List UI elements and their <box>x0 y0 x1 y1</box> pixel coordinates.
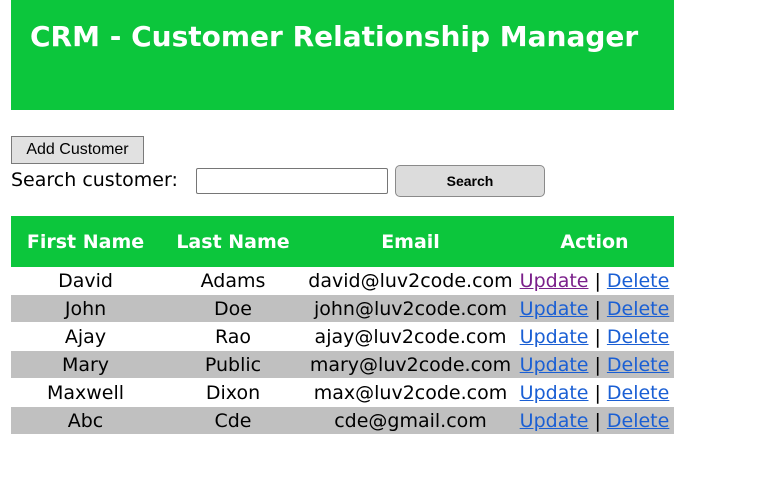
update-link[interactable]: Update <box>520 382 589 404</box>
table-row: Ajay Rao ajay@luv2code.com Update | Delete <box>11 322 674 351</box>
action-cell: Update | Delete <box>515 267 674 295</box>
email-cell: cde@gmail.com <box>306 406 515 435</box>
first-name-cell: David <box>11 267 160 295</box>
delete-link[interactable]: Delete <box>607 326 669 348</box>
last-name-cell: Public <box>160 350 306 379</box>
table-row: John Doe john@luv2code.com Update | Delete <box>11 294 674 323</box>
delete-link[interactable]: Delete <box>607 354 669 376</box>
action-cell: Update | Delete <box>515 294 674 323</box>
page: CRM - Customer Relationship Manager Add … <box>0 0 774 485</box>
first-name-cell: Ajay <box>11 322 160 351</box>
first-name-cell: Maxwell <box>11 378 160 407</box>
table-row: Mary Public mary@luv2code.com Update | Del… <box>11 350 674 379</box>
action-cell: Update | Delete <box>515 350 674 379</box>
search-label: Search customer: <box>11 169 178 191</box>
update-link[interactable]: Update <box>520 410 589 432</box>
action-cell: Update | Delete <box>515 322 674 351</box>
update-link[interactable]: Update <box>520 326 589 348</box>
email-cell: ajay@luv2code.com <box>306 322 515 351</box>
first-name-cell: John <box>11 294 160 323</box>
column-header-action: Action <box>515 216 674 267</box>
delete-link[interactable]: Delete <box>607 270 669 292</box>
action-separator: | <box>594 325 601 348</box>
action-separator: | <box>594 409 601 432</box>
action-cell: Update | Delete <box>515 406 674 435</box>
search-button[interactable]: Search <box>395 165 545 197</box>
column-header-first-name: First Name <box>11 216 160 267</box>
search-input[interactable] <box>196 168 388 194</box>
update-link[interactable]: Update <box>520 270 589 292</box>
update-link[interactable]: Update <box>520 298 589 320</box>
last-name-cell: Adams <box>160 267 306 295</box>
action-separator: | <box>594 269 601 292</box>
column-header-last-name: Last Name <box>160 216 306 267</box>
add-customer-button[interactable]: Add Customer <box>11 136 144 164</box>
customer-table: First Name Last Name Email Action David … <box>11 216 674 435</box>
last-name-cell: Dixon <box>160 378 306 407</box>
last-name-cell: Rao <box>160 322 306 351</box>
first-name-cell: Mary <box>11 350 160 379</box>
first-name-cell: Abc <box>11 406 160 435</box>
column-header-email: Email <box>306 216 515 267</box>
table-header-row: First Name Last Name Email Action <box>11 216 674 267</box>
action-separator: | <box>594 353 601 376</box>
last-name-cell: Doe <box>160 294 306 323</box>
action-separator: | <box>594 381 601 404</box>
table-row: Maxwell Dixon max@luv2code.com Update | De… <box>11 378 674 407</box>
page-title: CRM - Customer Relationship Manager <box>30 20 639 53</box>
delete-link[interactable]: Delete <box>607 410 669 432</box>
last-name-cell: Cde <box>160 406 306 435</box>
page-header: CRM - Customer Relationship Manager <box>11 0 674 110</box>
delete-link[interactable]: Delete <box>607 298 669 320</box>
email-cell: john@luv2code.com <box>306 294 515 323</box>
email-cell: mary@luv2code.com <box>306 350 515 379</box>
table-row: David Adams david@luv2code.com Update | De… <box>11 267 674 295</box>
action-cell: Update | Delete <box>515 378 674 407</box>
email-cell: max@luv2code.com <box>306 378 515 407</box>
table-row: Abc Cde cde@gmail.com Update | Delete <box>11 406 674 435</box>
email-cell: david@luv2code.com <box>306 267 515 295</box>
action-separator: | <box>594 297 601 320</box>
delete-link[interactable]: Delete <box>607 382 669 404</box>
update-link[interactable]: Update <box>520 354 589 376</box>
